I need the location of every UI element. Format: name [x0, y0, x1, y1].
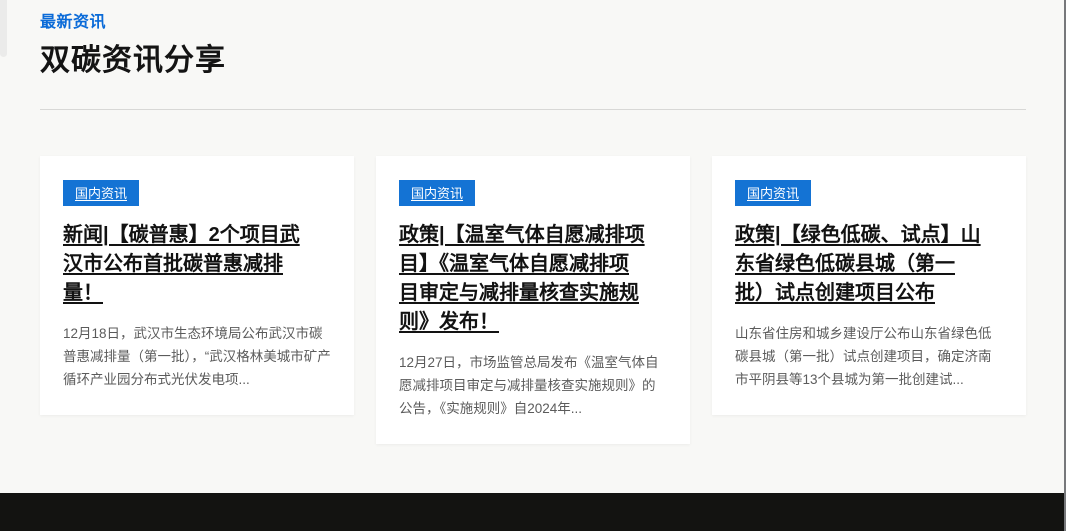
section-eyebrow: 最新资讯	[40, 8, 1026, 32]
article-excerpt: 山东省住房和城乡建设厅公布山东省绿色低碳县城（第一批）试点创建项目，确定济南市平…	[735, 322, 1003, 391]
article-title-link[interactable]: 政策|【绿色低碳、试点】山东省绿色低碳县城（第一批）试点创建项目公布	[735, 221, 983, 308]
article-excerpt: 12月27日，市场监管总局发布《温室气体自愿减排项目审定与减排量核查实施规则》的…	[399, 351, 667, 420]
article-title-link[interactable]: 政策|【温室气体自愿减排项目】《温室气体自愿减排项目审定与减排量核查实施规则》发…	[399, 221, 647, 337]
news-card[interactable]: 国内资讯 政策|【绿色低碳、试点】山东省绿色低碳县城（第一批）试点创建项目公布 …	[712, 156, 1026, 415]
news-card[interactable]: 国内资讯 政策|【温室气体自愿减排项目】《温室气体自愿减排项目审定与减排量核查实…	[376, 156, 690, 444]
category-badge[interactable]: 国内资讯	[399, 180, 475, 206]
divider	[40, 109, 1026, 110]
page-title: 双碳资讯分享	[40, 35, 1026, 79]
news-section: 最新资讯 双碳资讯分享 国内资讯 新闻|【碳普惠】2个项目武汉市公布首批碳普惠减…	[0, 0, 1066, 444]
card-grid: 国内资讯 新闻|【碳普惠】2个项目武汉市公布首批碳普惠减排量！ 12月18日，武…	[40, 156, 1026, 444]
article-excerpt: 12月18日，武汉市生态环境局公布武汉市碳普惠减排量（第一批），“武汉格林美城市…	[63, 322, 331, 391]
news-card[interactable]: 国内资讯 新闻|【碳普惠】2个项目武汉市公布首批碳普惠减排量！ 12月18日，武…	[40, 156, 354, 415]
article-title-link[interactable]: 新闻|【碳普惠】2个项目武汉市公布首批碳普惠减排量！	[63, 221, 311, 308]
category-badge[interactable]: 国内资讯	[63, 180, 139, 206]
page: 最新资讯 双碳资讯分享 国内资讯 新闻|【碳普惠】2个项目武汉市公布首批碳普惠减…	[0, 0, 1066, 531]
footer-bar	[0, 493, 1066, 531]
category-badge[interactable]: 国内资讯	[735, 180, 811, 206]
scrollbar-nub[interactable]	[0, 0, 7, 57]
